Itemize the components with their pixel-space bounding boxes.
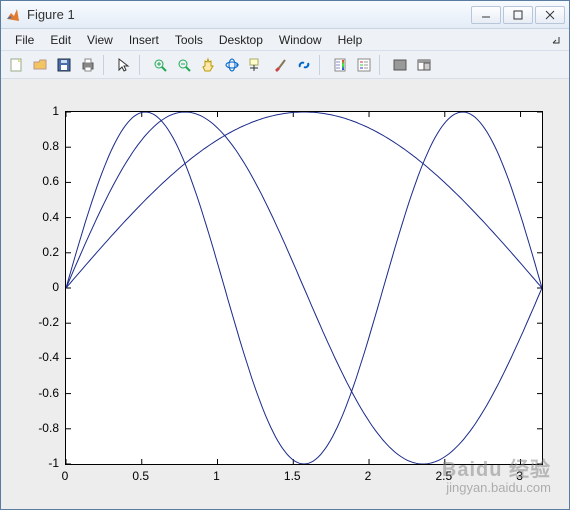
matlab-icon: [5, 7, 21, 23]
pan-icon[interactable]: [197, 54, 219, 76]
toolbar: [1, 51, 569, 79]
new-icon[interactable]: [5, 54, 27, 76]
ytick-label: 0.2: [19, 245, 59, 259]
xtick-label: 1: [213, 469, 220, 483]
print-icon[interactable]: [77, 54, 99, 76]
ytick-label: 1: [19, 104, 59, 118]
xtick-label: 0: [62, 469, 69, 483]
xtick-label: 2.5: [435, 469, 452, 483]
ytick-label: -0.2: [19, 315, 59, 329]
brush-icon[interactable]: [269, 54, 291, 76]
axes-background: -1 -0.8 -0.6 -0.4 -0.2 0 0.2 0.4 0.6 0.8 1 0 0.5 1 1.…: [9, 87, 561, 501]
figure-window: Figure 1 File Edit View Insert Tools Des…: [0, 0, 570, 510]
menubar: File Edit View Insert Tools Desktop Wind…: [1, 29, 569, 51]
menu-edit[interactable]: Edit: [42, 31, 79, 49]
ytick-label: -1: [19, 456, 59, 470]
plot-lines: [66, 112, 542, 464]
ytick-label: 0.6: [19, 174, 59, 188]
link-icon[interactable]: [293, 54, 315, 76]
zoom-out-icon[interactable]: [173, 54, 195, 76]
ytick-label: 0: [19, 280, 59, 294]
menu-window[interactable]: Window: [271, 31, 330, 49]
arrow-icon[interactable]: [113, 54, 135, 76]
ytick-label: -0.6: [19, 386, 59, 400]
window-title: Figure 1: [27, 7, 469, 22]
ytick-label: 0.8: [19, 139, 59, 153]
xtick-label: 1.5: [284, 469, 301, 483]
titlebar: Figure 1: [1, 1, 569, 29]
xtick-label: 0.5: [132, 469, 149, 483]
maximize-button[interactable]: [503, 6, 533, 24]
watermark-sub: jingyan.baidu.com: [442, 481, 551, 495]
close-button[interactable]: [535, 6, 565, 24]
save-icon[interactable]: [53, 54, 75, 76]
menu-insert[interactable]: Insert: [121, 31, 167, 49]
menu-dropdown-icon[interactable]: [549, 33, 563, 47]
xtick-label: 2: [365, 469, 372, 483]
ytick-label: -0.8: [19, 421, 59, 435]
ytick-label: -0.4: [19, 350, 59, 364]
menu-tools[interactable]: Tools: [167, 31, 211, 49]
ytick-label: 0.4: [19, 210, 59, 224]
window-controls: [469, 6, 565, 24]
minimize-button[interactable]: [471, 6, 501, 24]
menu-file[interactable]: File: [7, 31, 42, 49]
menu-view[interactable]: View: [79, 31, 121, 49]
open-icon[interactable]: [29, 54, 51, 76]
figure-content: -1 -0.8 -0.6 -0.4 -0.2 0 0.2 0.4 0.6 0.8 1 0 0.5 1 1.…: [1, 79, 569, 509]
legend-icon[interactable]: [353, 54, 375, 76]
menu-help[interactable]: Help: [330, 31, 371, 49]
zoom-in-icon[interactable]: [149, 54, 171, 76]
dock-icon[interactable]: [413, 54, 435, 76]
menu-desktop[interactable]: Desktop: [211, 31, 271, 49]
datacursor-icon[interactable]: [245, 54, 267, 76]
hide-icon[interactable]: [389, 54, 411, 76]
axes[interactable]: [65, 111, 543, 465]
xtick-label: 3: [516, 469, 523, 483]
colorbar-icon[interactable]: [329, 54, 351, 76]
rotate3d-icon[interactable]: [221, 54, 243, 76]
